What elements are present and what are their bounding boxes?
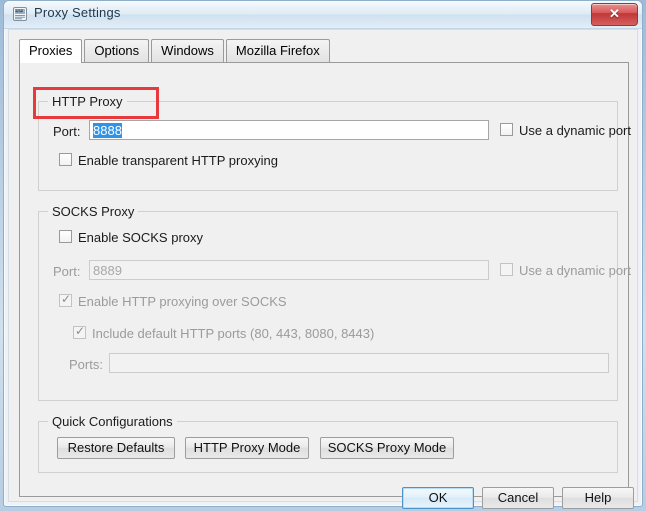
socks-port-value: 8889 [93,263,122,278]
window-title: Proxy Settings [34,5,121,20]
check-icon: ✓ [75,324,86,338]
quick-configurations-group-title: Quick Configurations [48,414,177,429]
enable-socks-proxy-label[interactable]: Enable SOCKS proxy [78,230,203,245]
http-proxy-mode-label: HTTP Proxy Mode [193,440,301,455]
socks-ports-input [109,353,609,373]
tab-options[interactable]: Options [84,39,150,62]
cancel-button-label: Cancel [497,490,539,505]
title-bar[interactable]: Proxy Settings ✕ [4,1,642,29]
socks-ports-label: Ports: [69,357,103,372]
tab-page-proxies: HTTP Proxy Port: 8888 Use a dynamic port… [19,63,631,497]
socks-dynamic-port-label: Use a dynamic port [519,263,631,278]
tab-proxies-label: Proxies [29,43,73,58]
cancel-button[interactable]: Cancel [482,487,554,509]
transparent-proxying-label[interactable]: Enable transparent HTTP proxying [78,153,278,168]
help-button-label: Help [584,490,612,505]
include-default-http-ports-label: Include default HTTP ports (80, 443, 808… [92,326,375,341]
enable-socks-proxy-checkbox[interactable] [59,230,72,243]
http-port-input[interactable]: 8888 [89,120,489,140]
proxy-settings-window: Proxy Settings ✕ Proxies Options Windows… [3,0,643,509]
tab-mozilla-firefox[interactable]: Mozilla Firefox [225,39,330,62]
http-port-label: Port: [53,124,81,139]
socks-proxy-group: SOCKS Proxy Enable SOCKS proxy Port: 888… [38,204,631,401]
tab-options-label: Options [94,43,140,58]
close-icon: ✕ [609,6,620,21]
http-dynamic-port-label[interactable]: Use a dynamic port [519,123,631,138]
include-default-http-ports-checkbox: ✓ [73,324,86,339]
check-icon: ✓ [61,292,72,306]
socks-dynamic-port-checkbox [500,263,513,276]
socks-port-input: 8889 [89,260,489,280]
socks-proxy-group-title: SOCKS Proxy [48,204,139,219]
http-dynamic-port-checkbox[interactable] [500,123,513,136]
transparent-proxying-checkbox[interactable] [59,153,72,166]
close-button[interactable]: ✕ [591,3,638,26]
quick-configurations-group: Quick Configurations Restore Defaults HT… [38,414,618,473]
socks-proxy-mode-label: SOCKS Proxy Mode [327,440,447,455]
tab-strip: Proxies Options Windows Mozilla Firefox [19,39,629,63]
tab-windows[interactable]: Windows [151,39,224,62]
http-proxy-group-title: HTTP Proxy [48,94,127,109]
socks-proxy-mode-button[interactable]: SOCKS Proxy Mode [320,437,454,459]
http-port-value: 8888 [93,123,122,138]
http-proxy-mode-button[interactable]: HTTP Proxy Mode [185,437,309,459]
http-proxy-group: HTTP Proxy Port: 8888 Use a dynamic port… [38,94,631,191]
help-button[interactable]: Help [562,487,634,509]
http-over-socks-label: Enable HTTP proxying over SOCKS [78,294,287,309]
restore-defaults-button[interactable]: Restore Defaults [57,437,175,459]
socks-port-label: Port: [53,264,81,279]
ok-button[interactable]: OK [402,487,474,509]
tab-proxies[interactable]: Proxies [19,39,83,63]
tab-mozilla-firefox-label: Mozilla Firefox [235,43,320,58]
tab-windows-label: Windows [161,43,214,58]
client-area: Proxies Options Windows Mozilla Firefox … [8,29,638,509]
http-over-socks-checkbox: ✓ [59,292,72,307]
restore-defaults-label: Restore Defaults [67,440,165,455]
app-icon [12,6,28,22]
ok-button-label: OK [428,490,448,505]
